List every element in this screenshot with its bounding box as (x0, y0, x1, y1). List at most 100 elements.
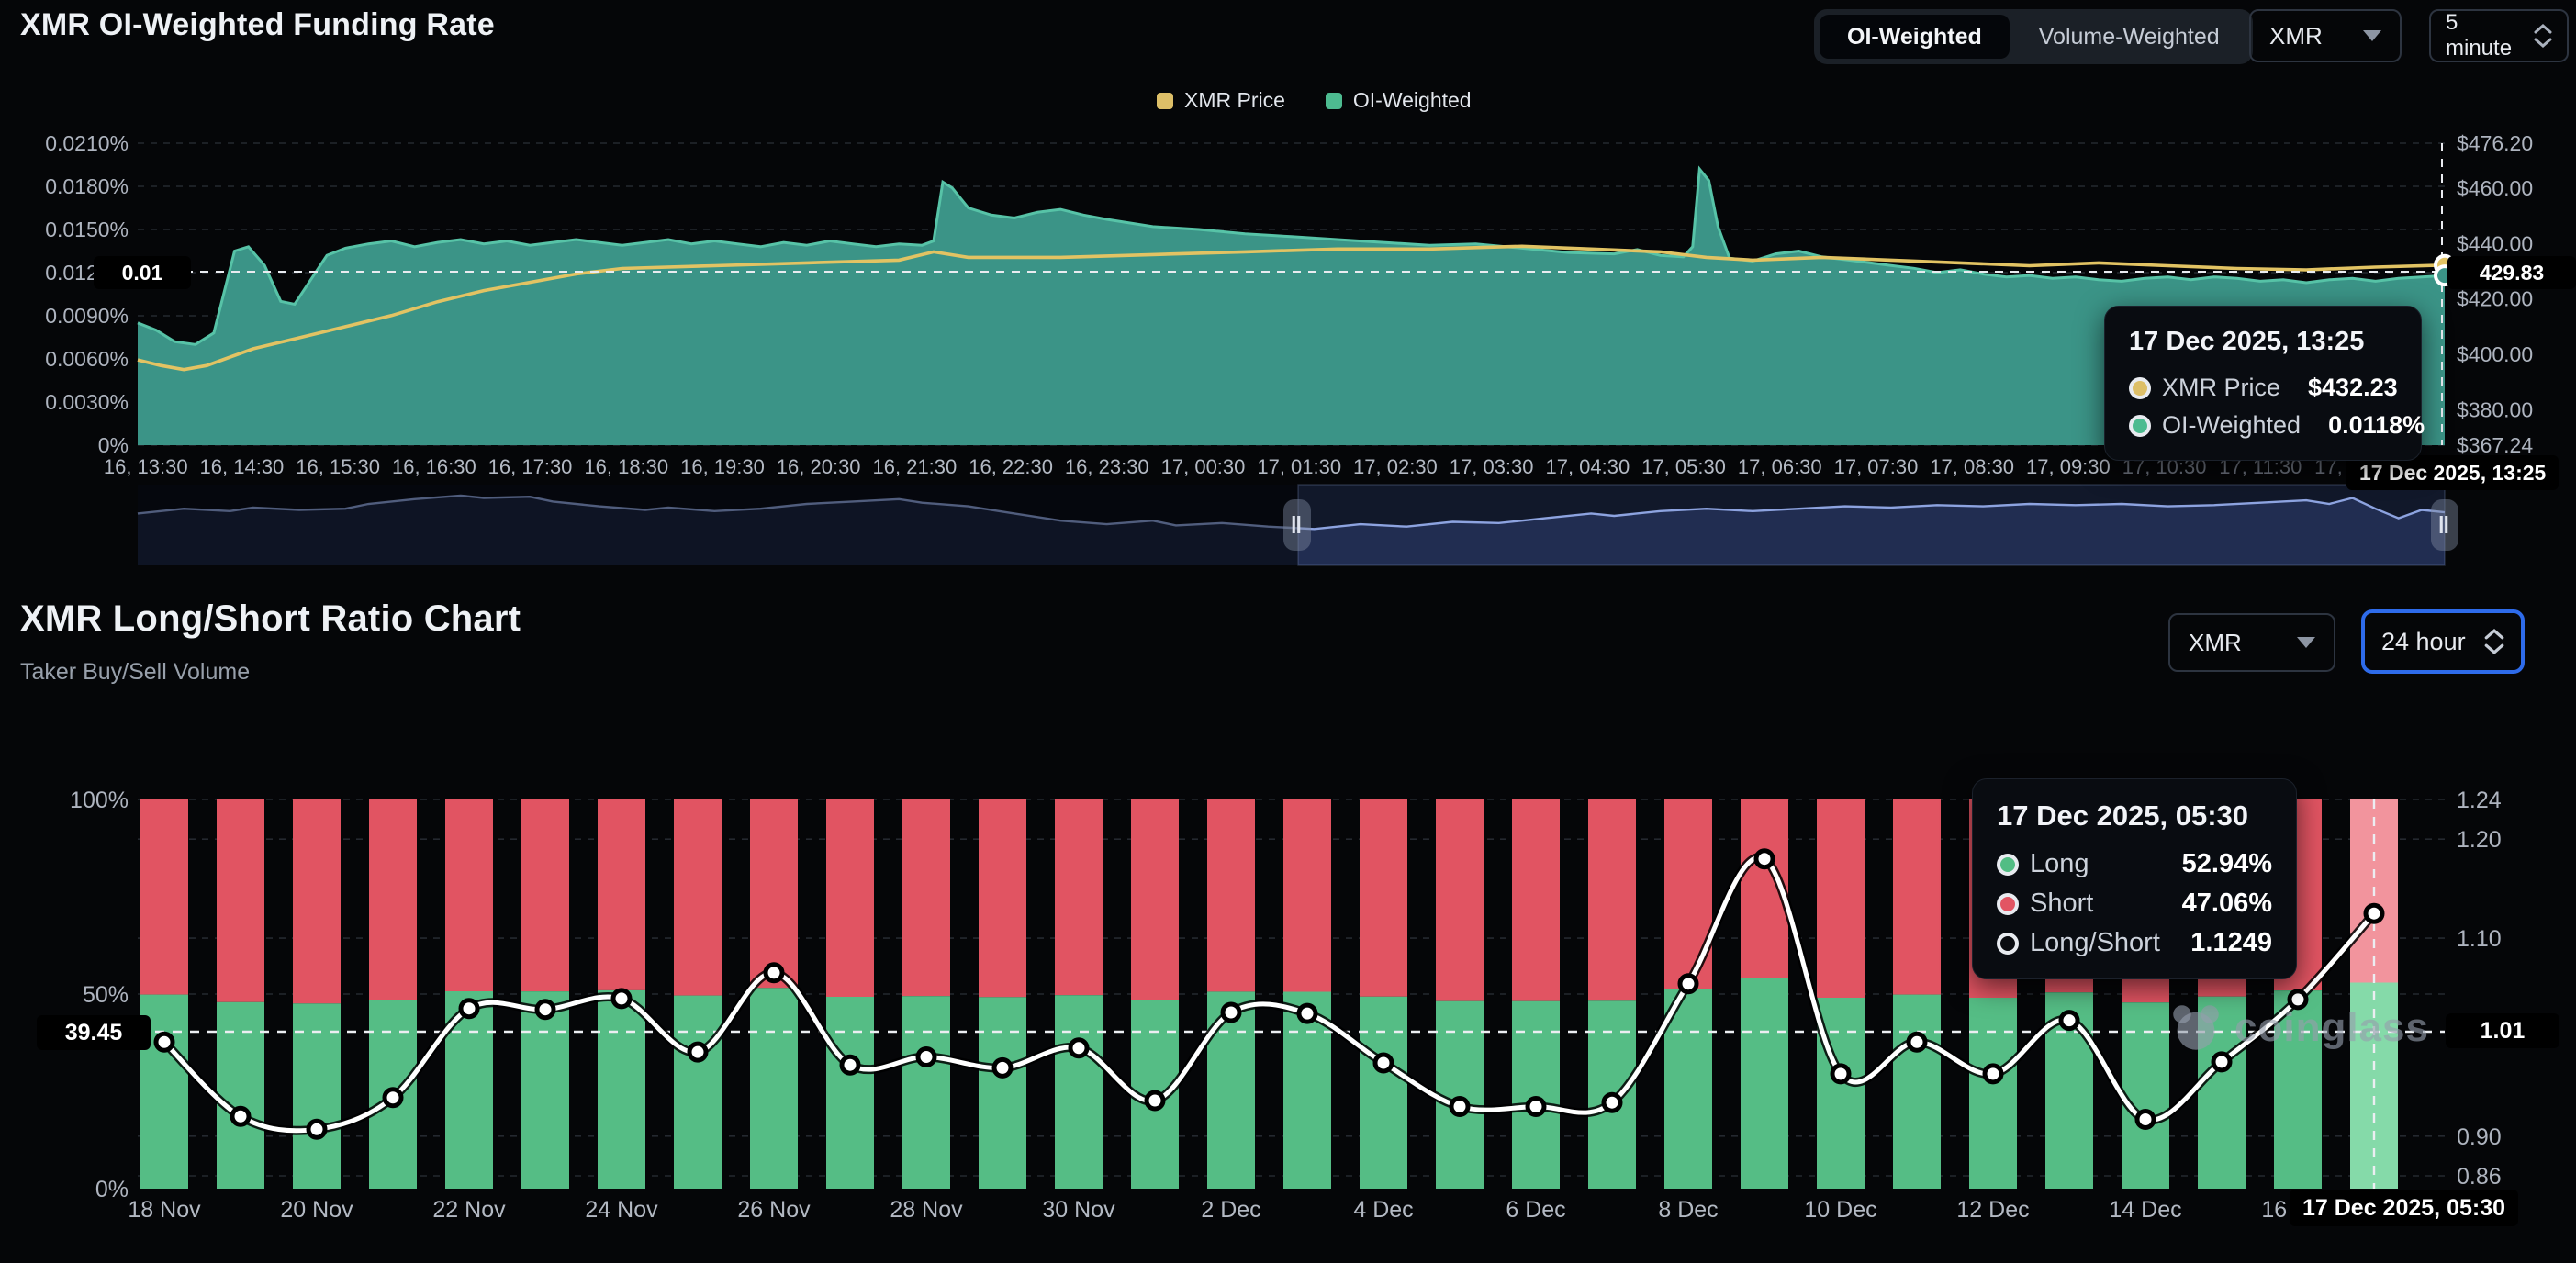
ratio-marker[interactable] (461, 1000, 477, 1017)
ratio-marker[interactable] (1375, 1055, 1392, 1071)
ratio-marker[interactable] (613, 990, 630, 1007)
long-bar[interactable] (1360, 997, 1407, 1189)
ratio-marker[interactable] (2366, 905, 2382, 922)
ratio-marker[interactable] (2137, 1112, 2154, 1128)
ratio-marker[interactable] (689, 1044, 706, 1060)
long-bar[interactable] (1969, 998, 2017, 1189)
axis-label: 16, 19:30 (680, 455, 765, 478)
oi-weighted-area[interactable] (138, 169, 2445, 445)
axis-label: 0.90 (2457, 1124, 2502, 1150)
long-bar[interactable] (1893, 995, 1941, 1189)
ratio-marker[interactable] (1756, 851, 1773, 867)
navigator-right-handle[interactable]: ‖ (2431, 499, 2458, 551)
short-bar[interactable] (140, 799, 188, 995)
ratio-marker[interactable] (1451, 1099, 1468, 1115)
axis-label: 17, 06:30 (1738, 455, 1822, 478)
short-bar[interactable] (1893, 799, 1941, 995)
ratio-marker[interactable] (308, 1121, 325, 1137)
long-bar[interactable] (826, 997, 874, 1189)
long-bar[interactable] (1741, 978, 1788, 1190)
ratio-marker[interactable] (1528, 1099, 1544, 1115)
short-bar[interactable] (674, 799, 722, 996)
series-dot-oi-weighted (2129, 415, 2151, 437)
short-bar[interactable] (217, 799, 264, 1002)
axis-label: 2 Dec (1201, 1197, 1260, 1223)
ratio-marker[interactable] (2213, 1054, 2230, 1070)
short-bar[interactable] (750, 799, 798, 988)
short-bar[interactable] (1283, 799, 1331, 992)
long-bar[interactable] (2122, 1002, 2169, 1189)
axis-label: 17, 05:30 (1641, 455, 1726, 478)
short-bar[interactable] (293, 799, 341, 1003)
tooltip-label: Long (2030, 849, 2089, 879)
ratio-tooltip: 17 Dec 2025, 05:30 Long 52.94% Short 47.… (1972, 778, 2297, 979)
ratio-marker[interactable] (766, 965, 782, 981)
ratio-marker[interactable] (156, 1034, 173, 1050)
tooltip-row-long: Long 52.94% (1997, 849, 2272, 879)
short-bar[interactable] (369, 799, 417, 1000)
ratio-marker[interactable] (918, 1049, 935, 1066)
axis-label: 16, 22:30 (969, 455, 1053, 478)
long-bar[interactable] (217, 1002, 264, 1189)
axis-label: 17, 01:30 (1257, 455, 1341, 478)
short-bar[interactable] (826, 799, 874, 997)
axis-label: 22 Nov (432, 1197, 506, 1223)
axis-label: 26 Nov (737, 1197, 811, 1223)
charts-canvas[interactable]: 0.0210%0.0180%0.0150%0.0120%0.0090%0.006… (0, 0, 2576, 1263)
short-bar[interactable] (1207, 799, 1255, 991)
ratio-marker[interactable] (2061, 1012, 2078, 1029)
short-bar[interactable] (1436, 799, 1484, 1001)
crosshair-left-value-ratio: 39.45 (37, 1015, 151, 1050)
tooltip-row-xmr-price: XMR Price $432.23 (2129, 374, 2397, 402)
funding-tooltip: 17 Dec 2025, 13:25 XMR Price $432.23 OI-… (2104, 306, 2422, 461)
axis-label: 0.0150% (45, 218, 129, 241)
axis-label: 16, 13:30 (104, 455, 188, 478)
navigator-selected-range[interactable] (1298, 485, 2445, 565)
ratio-marker[interactable] (232, 1108, 249, 1124)
crosshair-left-value-funding: 0.01 (94, 256, 191, 289)
short-bar[interactable] (1588, 799, 1636, 1000)
long-bar[interactable] (979, 997, 1026, 1189)
short-bar[interactable] (1055, 799, 1103, 995)
ratio-marker[interactable] (1604, 1094, 1620, 1111)
long-bar[interactable] (902, 996, 950, 1189)
crosshair-right-value-funding: 429.83 (2447, 256, 2576, 289)
tooltip-value: 1.1249 (2190, 928, 2272, 958)
ratio-marker[interactable] (1070, 1040, 1087, 1056)
short-bar[interactable] (979, 799, 1026, 997)
tooltip-value: $432.23 (2308, 374, 2398, 402)
ratio-marker[interactable] (537, 1001, 554, 1018)
ratio-marker[interactable] (1985, 1066, 2001, 1082)
ratio-marker[interactable] (1832, 1066, 1849, 1082)
short-bar[interactable] (445, 799, 493, 991)
short-bar[interactable] (1131, 799, 1179, 1000)
long-bar[interactable] (598, 990, 645, 1189)
ratio-marker[interactable] (994, 1059, 1011, 1076)
short-bar[interactable] (902, 799, 950, 996)
long-bar[interactable] (750, 988, 798, 1189)
short-bar[interactable] (1512, 799, 1560, 1001)
axis-label: 17, 07:30 (1834, 455, 1919, 478)
long-bar[interactable] (1512, 1001, 1560, 1189)
long-bar[interactable] (674, 996, 722, 1189)
ratio-marker[interactable] (1223, 1004, 1239, 1021)
axis-label: 1.20 (2457, 827, 2502, 853)
navigator-left-handle[interactable]: ‖ (1283, 499, 1311, 551)
ratio-marker[interactable] (1147, 1092, 1163, 1109)
ratio-marker[interactable] (1299, 1005, 1316, 1022)
axis-label: 0.0180% (45, 174, 129, 198)
long-bar[interactable] (521, 991, 569, 1189)
short-bar[interactable] (1817, 799, 1865, 998)
long-bar[interactable] (1055, 995, 1103, 1189)
short-bar[interactable] (521, 799, 569, 991)
axis-label: $400.00 (2457, 342, 2533, 366)
short-bar[interactable] (1360, 799, 1407, 997)
axis-label: 50% (83, 982, 129, 1008)
ratio-marker[interactable] (842, 1056, 858, 1073)
axis-label: 1.10 (2457, 926, 2502, 952)
ratio-marker[interactable] (385, 1090, 401, 1106)
short-bar[interactable] (598, 799, 645, 990)
navigator-unselected (138, 485, 1298, 565)
ratio-marker[interactable] (1680, 976, 1697, 992)
ratio-marker[interactable] (1909, 1034, 1925, 1050)
